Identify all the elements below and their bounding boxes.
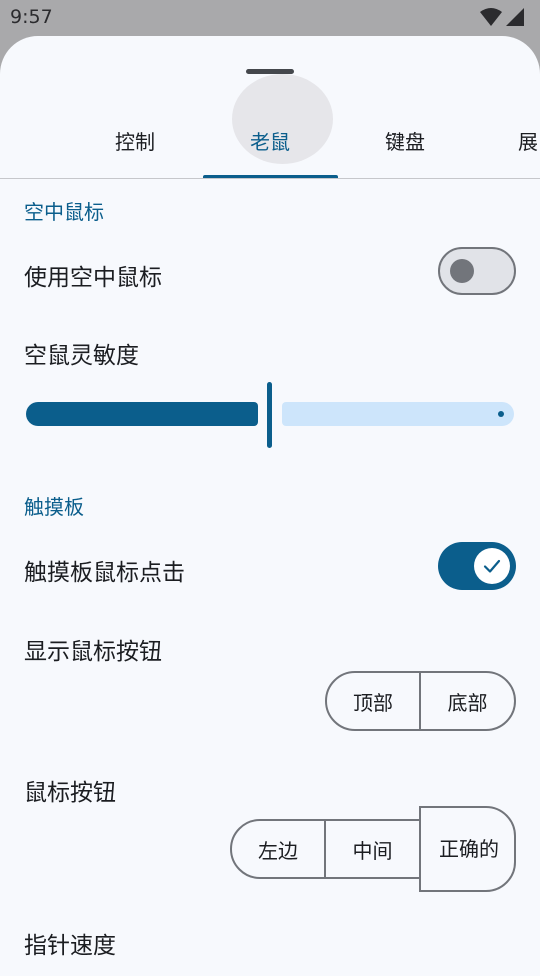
switch-knob <box>474 548 510 584</box>
touchpad-click-switch[interactable] <box>438 542 516 590</box>
pointer-speed-label: 指针速度 <box>24 933 116 959</box>
slider-inactive-track <box>282 402 514 426</box>
tab-keyboard[interactable]: 键盘 <box>365 126 445 166</box>
tab-mouse[interactable]: 老鼠 <box>230 126 310 166</box>
mouse-buttons-segmented: 左边 中间 正确的 <box>230 806 516 892</box>
segment-right[interactable]: 正确的 <box>419 806 516 892</box>
bottom-sheet: 控制 老鼠 键盘 展 空中鼠标 使用空中鼠标 空鼠灵敏度 触摸板 触摸板鼠标点击… <box>0 36 540 976</box>
slider-stop-indicator <box>498 411 504 417</box>
slider-active-track <box>26 402 258 426</box>
status-icons <box>480 7 524 27</box>
check-icon <box>483 559 501 573</box>
slider-thumb[interactable] <box>267 382 272 448</box>
section-title-air-mouse: 空中鼠标 <box>24 200 104 224</box>
cell-signal-icon <box>506 8 524 26</box>
air-mouse-enable-label: 使用空中鼠标 <box>24 265 162 291</box>
segment-left[interactable]: 左边 <box>230 819 326 879</box>
show-buttons-label: 显示鼠标按钮 <box>24 639 162 665</box>
tab-bar: 控制 老鼠 键盘 展 <box>0 106 540 179</box>
status-bar: 9:57 <box>0 0 540 36</box>
tab-control[interactable]: 控制 <box>95 126 175 166</box>
segment-middle[interactable]: 中间 <box>324 819 421 879</box>
mouse-buttons-label: 鼠标按钮 <box>24 780 116 806</box>
switch-knob <box>450 259 474 283</box>
tab-expand[interactable]: 展 <box>518 126 540 166</box>
air-mouse-enable-switch[interactable] <box>438 247 516 295</box>
air-mouse-sensitivity-slider[interactable] <box>26 382 514 448</box>
segment-top[interactable]: 顶部 <box>325 671 421 731</box>
show-buttons-segmented: 顶部 底部 <box>325 671 516 731</box>
air-mouse-sensitivity-label: 空鼠灵敏度 <box>24 343 139 369</box>
section-title-touchpad: 触摸板 <box>24 495 84 519</box>
status-time: 9:57 <box>10 6 53 28</box>
touchpad-click-label: 触摸板鼠标点击 <box>24 560 185 586</box>
wifi-icon <box>480 8 502 26</box>
segment-bottom[interactable]: 底部 <box>419 671 516 731</box>
tabs-divider <box>0 178 540 179</box>
